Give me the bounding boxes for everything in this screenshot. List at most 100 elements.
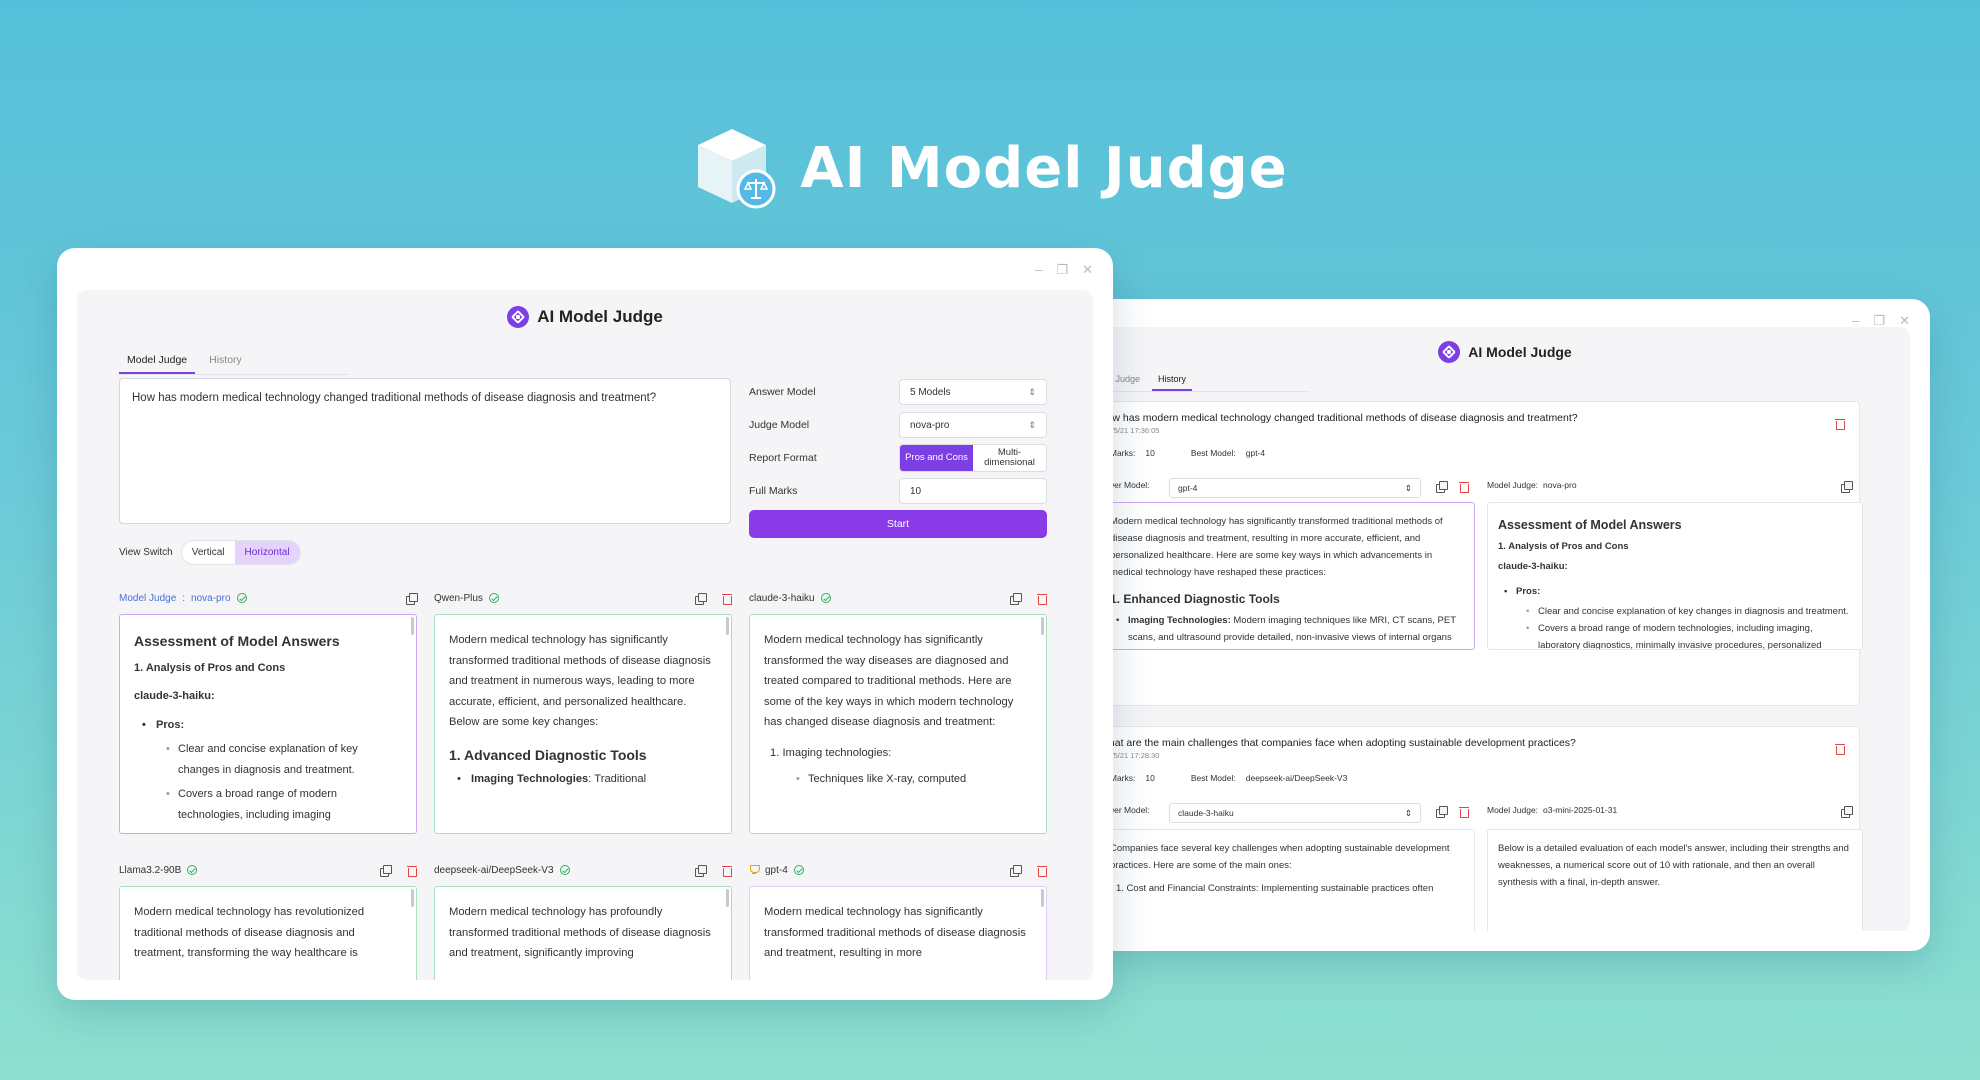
copy-icon[interactable]: [695, 592, 707, 605]
list-item-text: Imaging technologies:: [782, 746, 892, 759]
report-format-row: Report Format Pros and Cons Multi-dimens…: [749, 444, 1047, 472]
chevron-updown-icon: ⇕: [1028, 419, 1036, 430]
list-item-text: : Traditional: [588, 773, 647, 785]
judge-model-value: nova-pro: [910, 419, 950, 431]
card-header: deepseek-ai/DeepSeek-V3: [434, 862, 732, 878]
answer-model-select[interactable]: gpt-4 ⇕: [1169, 478, 1421, 498]
answer-heading: 1. Enhanced Diagnostic Tools: [1110, 592, 1280, 606]
history-item: How has modern medical technology change…: [1100, 401, 1863, 706]
copy-icon[interactable]: [1841, 481, 1853, 493]
judge-model-label: Judge Model: [749, 419, 810, 431]
check-circle-icon: [793, 865, 804, 875]
delete-icon[interactable]: [1459, 481, 1469, 493]
judge-section: 1. Analysis of Pros and Cons: [1498, 541, 1629, 552]
answer-model-select[interactable]: claude-3-haiku ⇕: [1169, 803, 1421, 823]
judge-model-label: Model Judge:: [1487, 480, 1539, 490]
judge-model-value: o3-mini-2025-01-31: [1543, 805, 1618, 815]
question-input[interactable]: How has modern medical technology change…: [119, 378, 731, 524]
tab-history[interactable]: History: [1152, 369, 1193, 391]
answer-list-item: 1. Imaging technologies:: [770, 746, 892, 759]
judge-model-label: Model Judge:: [1487, 805, 1539, 815]
report-format-pros-cons[interactable]: Pros and Cons: [900, 445, 973, 471]
main-window: – ❐ ✕ AI Model Judge Model Judge History…: [57, 248, 1113, 1000]
card-model-name: claude-3-haiku:: [134, 690, 215, 702]
model-name: Llama3.2-90B: [119, 864, 182, 876]
delete-icon[interactable]: [722, 593, 732, 605]
view-switch: View Switch Vertical Horizontal: [119, 540, 301, 565]
answer-list-item: 1. Cost and Financial Constraints: Imple…: [1116, 883, 1434, 894]
copy-icon[interactable]: [1436, 481, 1448, 493]
view-horizontal-option[interactable]: Horizontal: [234, 541, 300, 564]
card-title: Model Judge: nova-pro: [119, 593, 247, 604]
minimize-icon[interactable]: –: [1035, 262, 1042, 278]
copy-icon[interactable]: [1010, 592, 1022, 605]
delete-icon[interactable]: [1835, 743, 1845, 755]
history-content: AI Model Judge odel Judge History How ha…: [1100, 327, 1910, 931]
list-item: Imaging Technologies: Traditional: [455, 769, 717, 790]
model-name: gpt-4: [765, 864, 788, 876]
card-title: gpt-4: [749, 865, 804, 876]
delete-icon[interactable]: [407, 865, 417, 877]
copy-icon[interactable]: [1436, 806, 1448, 818]
cube-scale-icon: [692, 125, 778, 211]
maximize-icon[interactable]: ❐: [1056, 262, 1068, 278]
model-name: claude-3-haiku: [749, 592, 815, 604]
list-item: Techniques like X-ray, computed: [770, 769, 1032, 790]
card-actions: [406, 592, 418, 605]
tab-history[interactable]: History: [201, 348, 250, 374]
judge-model-select[interactable]: nova-pro ⇕: [899, 412, 1047, 438]
view-vertical-option[interactable]: Vertical: [182, 541, 235, 564]
hero-title: AI Model Judge: [800, 135, 1288, 201]
start-button[interactable]: Start: [749, 510, 1047, 538]
answer-card: Modern medical technology has significan…: [749, 886, 1047, 980]
copy-icon[interactable]: [1841, 806, 1853, 818]
judge-model-row: Judge Model nova-pro ⇕: [749, 411, 1047, 439]
card-title: Qwen-Plus: [434, 593, 499, 604]
answer-model-value: 5 Models: [910, 386, 951, 398]
report-format-multi[interactable]: Multi-dimensional: [973, 445, 1046, 471]
copy-icon[interactable]: [406, 592, 418, 605]
card-actions: [380, 864, 417, 877]
history-window: – ❐ ✕ AI Model Judge odel Judge History …: [1080, 299, 1930, 951]
card-title: Llama3.2-90B: [119, 864, 198, 876]
history-controls: nswer Model: claude-3-haiku ⇕ Model Judg…: [1100, 803, 1853, 823]
app-title: AI Model Judge: [1468, 344, 1572, 360]
judge-text: Below is a detailed evaluation of each m…: [1498, 843, 1849, 888]
window-controls: – ❐ ✕: [1035, 262, 1093, 278]
view-switch-toggle: Vertical Horizontal: [180, 540, 301, 565]
view-switch-label: View Switch: [119, 547, 173, 558]
full-marks-row: Full Marks 10: [749, 477, 1047, 505]
chevron-updown-icon: ⇕: [1028, 386, 1036, 397]
answer-text: Companies face several key challenges wh…: [1110, 843, 1450, 871]
delete-icon[interactable]: [1835, 418, 1845, 430]
answer-model-select[interactable]: 5 Models ⇕: [899, 379, 1047, 405]
copy-icon[interactable]: [1010, 864, 1022, 877]
copy-icon[interactable]: [695, 864, 707, 877]
card-header: gpt-4: [749, 862, 1047, 878]
check-circle-icon: [559, 865, 570, 875]
judge-panel: Assessment of Model Answers 1. Analysis …: [1487, 502, 1863, 650]
delete-icon[interactable]: [1037, 865, 1047, 877]
answer-card: Modern medical technology has revolution…: [119, 886, 417, 980]
full-marks-input[interactable]: 10: [899, 478, 1047, 504]
hero-header: AI Model Judge: [0, 125, 1980, 211]
list-item: Imaging Technologies: Modern imaging tec…: [1110, 612, 1464, 649]
trophy-icon: [749, 865, 760, 875]
chevron-updown-icon: ⇕: [1404, 807, 1412, 818]
copy-icon[interactable]: [380, 864, 392, 877]
best-model-label: Best Model:: [1190, 448, 1236, 458]
close-icon[interactable]: ✕: [1082, 262, 1093, 278]
tab-model-judge[interactable]: Model Judge: [119, 348, 196, 374]
delete-icon[interactable]: [1037, 593, 1047, 605]
answer-panel: Companies face several key challenges wh…: [1100, 829, 1475, 931]
card-header: claude-3-haiku: [749, 590, 1047, 606]
app-logo-icon: [507, 306, 530, 328]
best-model-value: gpt-4: [1245, 448, 1266, 458]
delete-icon[interactable]: [722, 865, 732, 877]
best-model-label: Best Model:: [1190, 773, 1236, 783]
answer-text: Modern medical technology has significan…: [1110, 516, 1443, 578]
delete-icon[interactable]: [1459, 806, 1469, 818]
report-format-label: Report Format: [749, 452, 817, 464]
answer-card: Modern medical technology has profoundly…: [434, 886, 732, 980]
card-title: deepseek-ai/DeepSeek-V3: [434, 865, 570, 876]
